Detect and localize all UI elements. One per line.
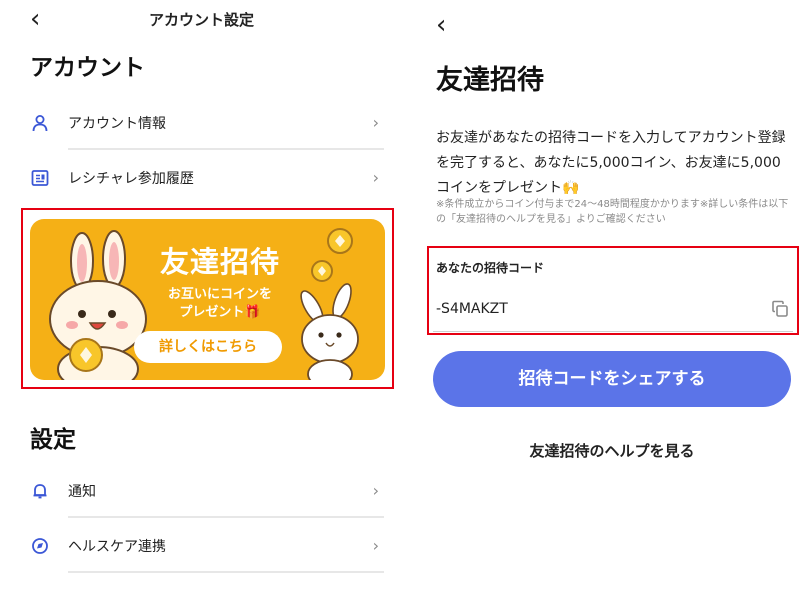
nav-title: アカウント設定 <box>148 11 254 29</box>
receipt-history-label: レシチャレ参加履歴 <box>68 171 194 187</box>
healthcare-label: ヘルスケア連携 <box>68 539 166 555</box>
banner-subtitle: お互いにコインを <box>167 287 272 302</box>
invite-description: お友達があなたの招待コードを入力してアカウント登録を完了すると、あなたに5,00… <box>436 130 786 196</box>
help-link[interactable]: 友達招待のヘルプを見る <box>433 440 791 461</box>
back-button[interactable]: ‹ <box>436 12 446 38</box>
divider <box>68 516 384 518</box>
chevron-right-icon: › <box>372 168 379 187</box>
code-underline <box>433 331 793 332</box>
divider <box>68 571 384 573</box>
account-info-label: アカウント情報 <box>68 116 166 132</box>
healthcare-row[interactable]: ヘルスケア連携 › <box>30 526 385 566</box>
banner-title: 友達招待 <box>159 245 280 279</box>
settings-section-title: 設定 <box>30 427 76 453</box>
healthcare-icon <box>30 536 50 556</box>
account-section-title: アカウント <box>30 55 145 81</box>
notification-row[interactable]: 通知 › <box>30 471 385 511</box>
account-settings-screen: ‹ アカウント設定 アカウント アカウント情報 › レシチャレ参加履歴 › 友達… <box>0 0 403 595</box>
invite-code-label: あなたの招待コード <box>436 261 545 275</box>
invite-banner[interactable]: 友達招待 お互いにコインを プレゼント🎁 詳しくはこちら <box>30 219 385 380</box>
details-button[interactable]: 詳しくはこちら <box>134 331 282 363</box>
invite-note: ※条件成立からコイン付与まで24〜48時間程度かかります※詳しい条件は以下の「友… <box>436 199 789 225</box>
bell-icon <box>30 481 50 501</box>
banner-subtitle: プレゼント🎁 <box>179 305 261 320</box>
page-title: 友達招待 <box>436 65 544 96</box>
copy-icon[interactable] <box>771 300 789 318</box>
receipt-history-row[interactable]: レシチャレ参加履歴 › <box>30 158 385 198</box>
account-info-row[interactable]: アカウント情報 › <box>30 103 385 143</box>
divider <box>68 148 384 150</box>
notification-label: 通知 <box>68 484 96 500</box>
chevron-right-icon: › <box>372 536 379 555</box>
invite-code-value: -S4MAKZT <box>436 301 508 317</box>
receipt-history-icon <box>30 168 50 188</box>
chevron-right-icon: › <box>372 113 379 132</box>
share-code-button[interactable]: 招待コードをシェアする <box>433 351 791 407</box>
chevron-right-icon: › <box>372 481 379 500</box>
invite-friends-screen: ‹ 友達招待 お友達があなたの招待コードを入力してアカウント登録を完了すると、あ… <box>403 0 806 595</box>
person-icon <box>30 113 50 133</box>
